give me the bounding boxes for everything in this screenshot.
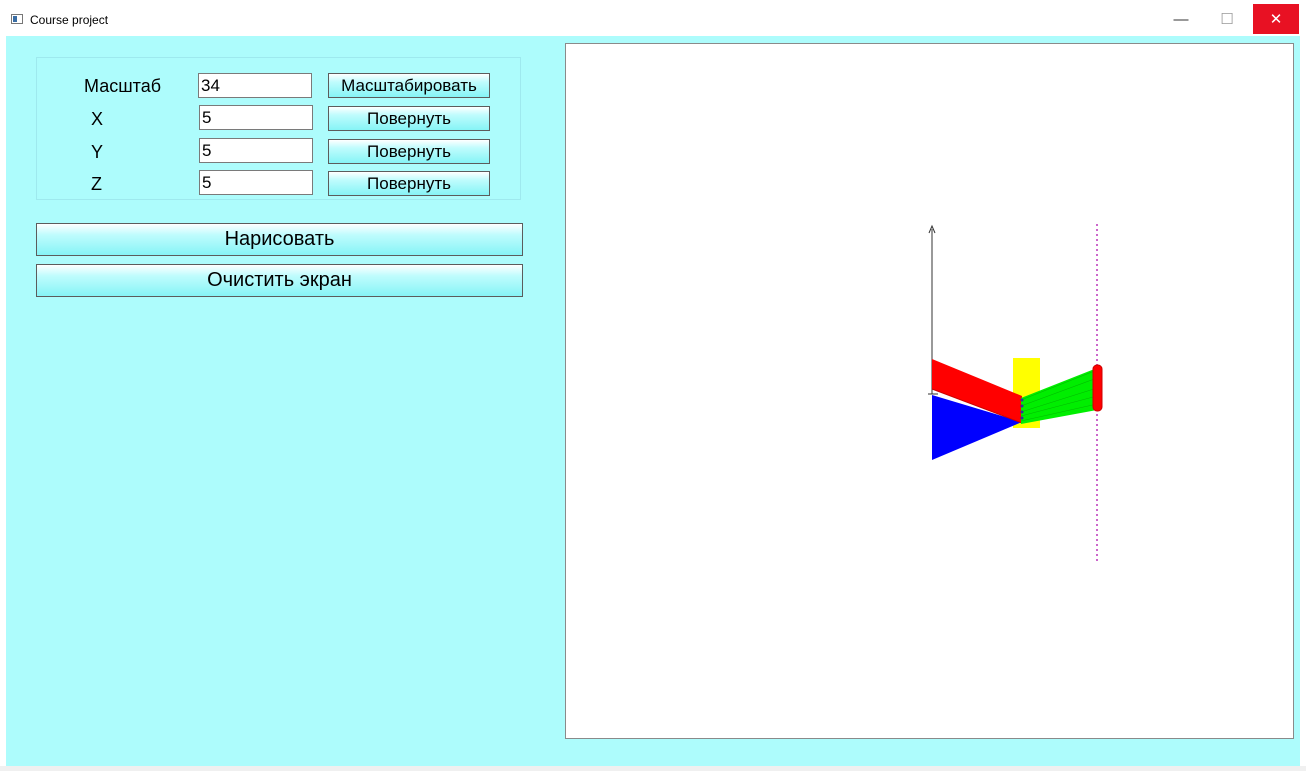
- rotate-y-button[interactable]: Повернуть: [328, 139, 490, 164]
- minimize-icon: —: [1173, 10, 1189, 28]
- clear-screen-button[interactable]: Очистить экран: [36, 264, 523, 297]
- window-title: Course project: [30, 13, 109, 27]
- scale-label: Масштаб: [84, 76, 162, 96]
- maximize-icon: ☐: [1220, 11, 1234, 28]
- rotate-x-button[interactable]: Повернуть: [328, 106, 490, 131]
- z-rotation-input[interactable]: [199, 170, 313, 195]
- rotate-z-button[interactable]: Повернуть: [328, 171, 490, 196]
- drawing-canvas[interactable]: [565, 43, 1294, 739]
- y-label: Y: [91, 142, 104, 162]
- z-label: Z: [91, 174, 102, 194]
- minimize-button[interactable]: —: [1158, 4, 1204, 34]
- maximize-button[interactable]: ☐: [1204, 4, 1250, 34]
- x-label: X: [91, 109, 104, 129]
- scale-input[interactable]: [198, 73, 312, 98]
- optics-scene: [928, 224, 1103, 561]
- title-bar: Course project — ☐ ✕: [0, 0, 1306, 36]
- bottom-edge: [0, 766, 1306, 771]
- y-rotation-input[interactable]: [199, 138, 313, 163]
- scale-button[interactable]: Масштабировать: [328, 73, 490, 98]
- draw-button[interactable]: Нарисовать: [36, 223, 523, 256]
- x-rotation-input[interactable]: [199, 105, 313, 130]
- close-icon: ✕: [1269, 11, 1283, 28]
- app-window-icon: [11, 14, 23, 24]
- close-button[interactable]: ✕: [1253, 4, 1299, 34]
- red-spot: [1092, 364, 1103, 412]
